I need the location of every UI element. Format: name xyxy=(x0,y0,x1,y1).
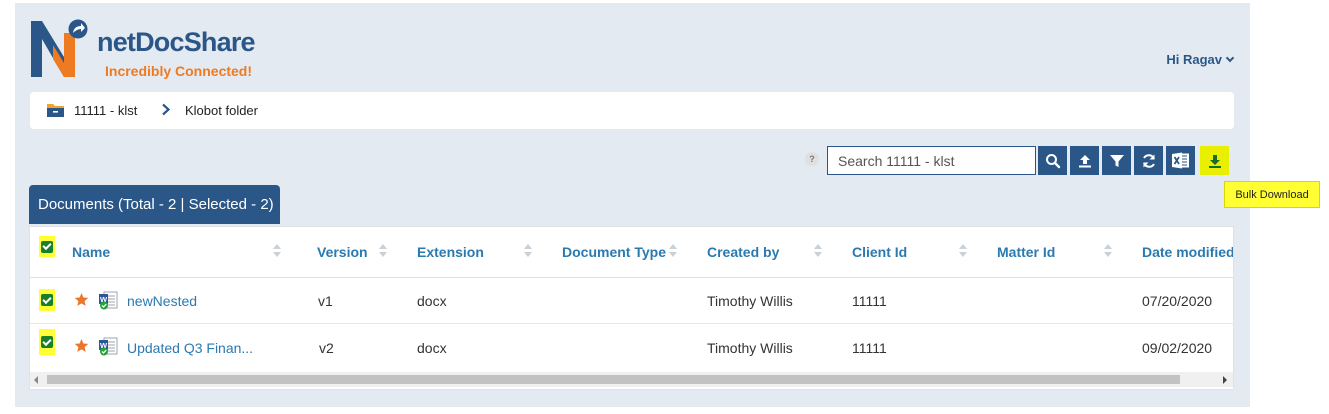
chevron-right-icon xyxy=(162,103,171,116)
star-icon[interactable] xyxy=(74,292,89,307)
document-name-link[interactable]: Updated Q3 Finan... xyxy=(127,325,253,370)
bulk-download-tooltip: Bulk Download xyxy=(1224,181,1320,208)
document-version: v2 xyxy=(319,339,334,356)
column-header-matter-id[interactable]: Matter Id xyxy=(997,227,1055,277)
tab-documents[interactable]: Documents (Total - 2 | Selected - 2) xyxy=(29,185,280,224)
scrollbar-thumb[interactable] xyxy=(47,375,1180,384)
scroll-left-arrow-icon[interactable] xyxy=(34,376,38,384)
word-checked-out-icon: W xyxy=(99,291,118,310)
table-row[interactable]: W Updated Q3 Finan... v2 docx Timothy Wi… xyxy=(30,325,1233,370)
document-date-modified: 07/20/2020 xyxy=(1142,293,1213,309)
document-created-by: Timothy Willis xyxy=(707,293,793,309)
document-date-modified: 09/02/2020 xyxy=(1142,339,1213,356)
document-extension: docx xyxy=(417,339,447,356)
sort-icon[interactable] xyxy=(524,244,532,258)
sort-icon[interactable] xyxy=(379,244,387,258)
column-header-created-by[interactable]: Created by xyxy=(707,227,779,277)
sort-icon[interactable] xyxy=(273,244,281,258)
refresh-icon xyxy=(1142,153,1155,168)
search-input[interactable] xyxy=(827,146,1036,175)
refresh-button[interactable] xyxy=(1134,146,1163,175)
bulk-download-button[interactable] xyxy=(1200,146,1229,175)
breadcrumb-item-folder[interactable]: Klobot folder xyxy=(185,103,258,118)
help-icon[interactable]: ? xyxy=(805,152,819,166)
column-header-version[interactable]: Version xyxy=(317,227,368,277)
sort-icon[interactable] xyxy=(669,244,677,258)
bulk-download-icon xyxy=(1208,154,1221,168)
excel-export-button[interactable] xyxy=(1166,146,1195,175)
row-select-highlight xyxy=(39,329,55,355)
search-button[interactable] xyxy=(1038,146,1067,175)
column-header-document-type[interactable]: Document Type xyxy=(562,227,666,277)
sort-icon[interactable] xyxy=(959,244,967,258)
table-row[interactable]: W newNested v1 docx Timothy Willis 11111… xyxy=(30,279,1233,324)
logo-brand-name: netDocShare xyxy=(97,27,256,57)
horizontal-scrollbar[interactable] xyxy=(30,372,1233,387)
star-icon[interactable] xyxy=(74,338,89,353)
select-all-highlight xyxy=(39,236,55,257)
logo-mark-icon xyxy=(31,19,88,77)
filter-icon xyxy=(1109,154,1124,167)
scroll-right-arrow-icon[interactable] xyxy=(1223,376,1227,384)
sort-icon[interactable] xyxy=(1104,244,1112,258)
upload-icon xyxy=(1078,154,1091,167)
search-icon xyxy=(1045,153,1060,168)
logo-tagline: Incredibly Connected! xyxy=(105,63,253,79)
folder-icon xyxy=(47,104,64,117)
app-container: netDocShare Incredibly Connected! Hi Rag… xyxy=(15,3,1320,407)
documents-table: Name Version Extension Document Type Cre… xyxy=(29,226,1234,390)
column-header-extension[interactable]: Extension xyxy=(417,227,484,277)
document-client-id: 11111 xyxy=(852,293,887,309)
row-select-highlight xyxy=(39,289,55,311)
table-header-row: Name Version Extension Document Type Cre… xyxy=(30,227,1233,278)
document-client-id: 11111 xyxy=(852,339,887,356)
word-checked-out-icon: W xyxy=(99,337,118,356)
upload-button[interactable] xyxy=(1070,146,1099,175)
breadcrumb: 11111 - klst Klobot folder xyxy=(30,92,1234,129)
logo: netDocShare Incredibly Connected! xyxy=(29,17,269,81)
column-header-client-id[interactable]: Client Id xyxy=(852,227,907,277)
excel-export-icon xyxy=(1171,152,1189,169)
document-name-link[interactable]: newNested xyxy=(127,279,197,323)
chevron-down-icon xyxy=(1225,53,1235,63)
sort-icon[interactable] xyxy=(814,244,822,258)
filter-button[interactable] xyxy=(1102,146,1131,175)
breadcrumb-item-matter[interactable]: 11111 - klst xyxy=(74,103,137,118)
document-version: v1 xyxy=(318,293,333,309)
row-checkbox[interactable] xyxy=(41,336,53,348)
select-all-checkbox[interactable] xyxy=(41,240,53,253)
column-header-date-modified[interactable]: Date modified xyxy=(1142,227,1233,277)
user-menu[interactable]: Hi Ragav xyxy=(1166,52,1235,67)
user-greeting: Hi Ragav xyxy=(1166,52,1222,67)
column-header-name[interactable]: Name xyxy=(72,227,110,277)
document-created-by: Timothy Willis xyxy=(707,339,793,356)
row-checkbox[interactable] xyxy=(41,294,53,306)
document-extension: docx xyxy=(417,293,447,309)
